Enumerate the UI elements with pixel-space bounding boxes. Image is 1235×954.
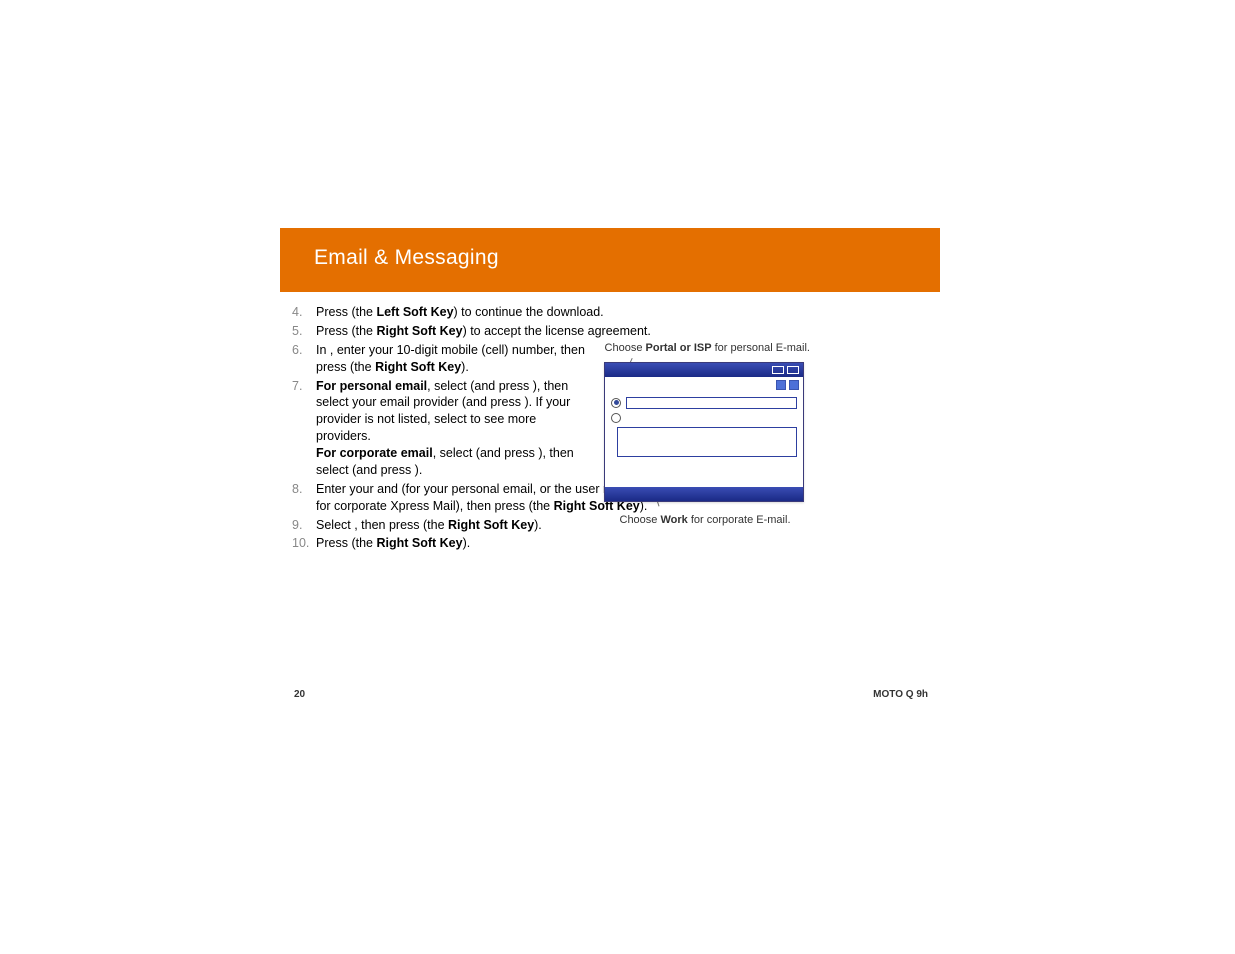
illustration-column: Choose Portal or ISP for personal E-mail… bbox=[600, 342, 810, 528]
step-number: 6. bbox=[292, 342, 302, 359]
radio-icon-selected bbox=[611, 398, 621, 408]
phone-titlebar bbox=[605, 363, 803, 377]
step-text: Press (the Right Soft Key). bbox=[316, 536, 470, 550]
signal-icon bbox=[787, 366, 799, 374]
section-title: Email & Messaging bbox=[314, 246, 499, 269]
page-content: 4. Press (the Left Soft Key) to continue… bbox=[280, 292, 940, 552]
step-4: 4. Press (the Left Soft Key) to continue… bbox=[292, 304, 792, 321]
radio-icon bbox=[611, 413, 621, 423]
callout-bottom: Choose Work for corporate E-mail. bbox=[600, 514, 810, 528]
battery-icon bbox=[772, 366, 784, 374]
toolbar-icon bbox=[789, 380, 799, 390]
step-text: Press (the Right Soft Key) to accept the… bbox=[316, 324, 651, 338]
callout-top: Choose Portal or ISP for personal E-mail… bbox=[600, 342, 810, 356]
toolbar-icon bbox=[776, 380, 786, 390]
step-number: 10. bbox=[292, 535, 309, 552]
step-number: 9. bbox=[292, 517, 302, 534]
phone-toolbar bbox=[605, 377, 803, 393]
step-text: Select , then press (the Right Soft Key)… bbox=[316, 518, 542, 532]
radio-label-field bbox=[626, 397, 797, 409]
instruction-list: 4. Press (the Left Soft Key) to continue… bbox=[292, 304, 592, 552]
step-text: Press (the Left Soft Key) to continue th… bbox=[316, 305, 604, 319]
page-number: 20 bbox=[294, 689, 305, 700]
step-number: 4. bbox=[292, 304, 302, 321]
radio-option-portal bbox=[611, 397, 797, 409]
page-footer: 20 MOTO Q 9h bbox=[280, 689, 930, 700]
phone-softkey-bar bbox=[605, 487, 803, 501]
step-6: 6. In , enter your 10-digit mobile (cell… bbox=[292, 342, 592, 376]
phone-screenshot bbox=[604, 362, 804, 502]
step-10: 10. Press (the Right Soft Key). bbox=[292, 535, 792, 552]
phone-body bbox=[605, 393, 803, 461]
step-number: 5. bbox=[292, 323, 302, 340]
device-model: MOTO Q 9h bbox=[873, 689, 928, 700]
step-text: For personal email, select (and press ),… bbox=[316, 379, 574, 477]
radio-option-work bbox=[611, 413, 797, 423]
description-field bbox=[617, 427, 797, 457]
step-number: 7. bbox=[292, 378, 302, 395]
step-number: 8. bbox=[292, 481, 302, 498]
manual-page: Email & Messaging 4. Press (the Left Sof… bbox=[280, 228, 940, 688]
step-7: 7. For personal email, select (and press… bbox=[292, 378, 592, 479]
step-5: 5. Press (the Right Soft Key) to accept … bbox=[292, 323, 792, 340]
section-header: Email & Messaging bbox=[280, 228, 940, 292]
step-text: In , enter your 10-digit mobile (cell) n… bbox=[316, 343, 585, 374]
